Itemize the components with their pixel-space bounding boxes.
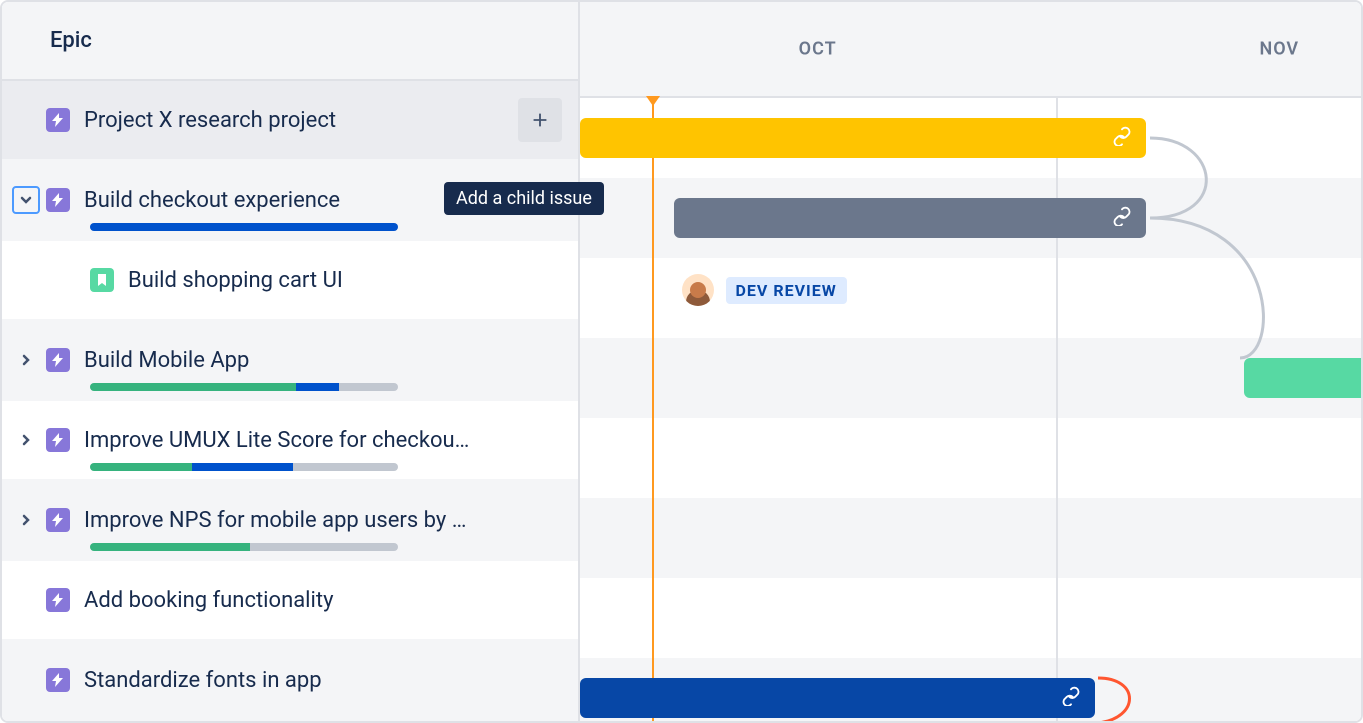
progress-bar: [90, 543, 398, 551]
progress-bar: [90, 463, 398, 471]
timeline-body[interactable]: DEV REVIEW: [580, 98, 1361, 721]
assignee-avatar[interactable]: [682, 274, 714, 306]
progress-bar: [90, 223, 398, 231]
epic-icon: [46, 668, 70, 692]
epic-icon: [46, 588, 70, 612]
epic-icon: [46, 348, 70, 372]
chevron-down-icon[interactable]: [12, 186, 40, 214]
epic-bar[interactable]: [580, 678, 1095, 718]
epic-label: Project X research project: [84, 108, 510, 133]
epic-label: Improve UMUX Lite Score for checkou…: [84, 428, 562, 453]
add-child-issue-tooltip: Add a child issue: [444, 182, 604, 215]
epic-row[interactable]: Improve NPS for mobile app users by …: [2, 481, 578, 561]
epic-row[interactable]: Build Mobile App: [2, 321, 578, 401]
timeline[interactable]: OCT NOV: [580, 2, 1361, 721]
epic-label: Standardize fonts in app: [84, 668, 562, 693]
child-issue-row[interactable]: Build shopping cart UI: [2, 241, 578, 321]
chevron-right-icon[interactable]: [12, 506, 40, 534]
epic-row[interactable]: Standardize fonts in app: [2, 641, 578, 721]
epic-bar[interactable]: [1244, 358, 1363, 398]
timeline-row: [580, 418, 1361, 498]
epic-row[interactable]: Project X research project: [2, 81, 578, 161]
roadmap-view: Epic Project X research project: [0, 0, 1363, 723]
link-icon[interactable]: [1112, 206, 1132, 230]
child-issue-label: Build shopping cart UI: [128, 268, 562, 293]
epic-icon: [46, 108, 70, 132]
status-lozenge: DEV REVIEW: [726, 277, 847, 304]
epic-bar[interactable]: [580, 118, 1146, 158]
add-child-issue-button[interactable]: [518, 98, 562, 142]
story-icon: [90, 268, 114, 292]
epic-bar[interactable]: [674, 198, 1147, 238]
epic-icon: [46, 428, 70, 452]
epic-icon: [46, 508, 70, 532]
month-label-nov: NOV: [1259, 39, 1299, 60]
epic-icon: [46, 188, 70, 212]
timeline-row: [580, 578, 1361, 658]
today-marker-icon: [646, 96, 660, 106]
issue-status-chip[interactable]: DEV REVIEW: [682, 274, 847, 306]
month-label-oct: OCT: [799, 39, 837, 60]
today-marker-line: [652, 98, 654, 721]
epic-column-header: Epic: [2, 2, 578, 81]
month-divider: [1056, 98, 1058, 721]
timeline-header: OCT NOV: [580, 2, 1361, 98]
epic-row[interactable]: Improve UMUX Lite Score for checkou…: [2, 401, 578, 481]
epic-row[interactable]: Add booking functionality: [2, 561, 578, 641]
progress-bar: [90, 383, 398, 391]
epic-label: Improve NPS for mobile app users by …: [84, 508, 562, 533]
chevron-right-icon[interactable]: [12, 346, 40, 374]
timeline-row: [580, 498, 1361, 578]
epic-column-label: Epic: [50, 28, 92, 53]
epic-rows: Project X research project Build checkou…: [2, 81, 578, 721]
chevron-right-icon[interactable]: [12, 426, 40, 454]
epic-sidebar: Epic Project X research project: [2, 2, 580, 721]
epic-label: Build Mobile App: [84, 348, 562, 373]
epic-label: Add booking functionality: [84, 588, 562, 613]
link-icon[interactable]: [1112, 126, 1132, 150]
link-icon[interactable]: [1061, 686, 1081, 710]
